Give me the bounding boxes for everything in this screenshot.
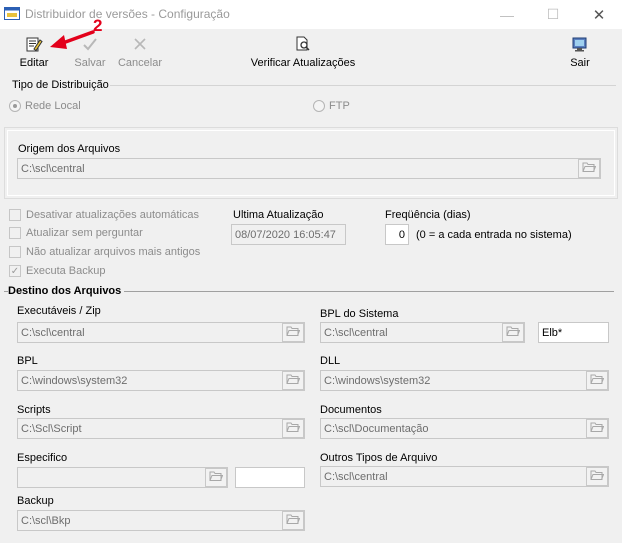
other-types-label: Outros Tipos de Arquivo: [320, 452, 438, 464]
specific-browse-button[interactable]: [205, 468, 227, 487]
radio-ftp[interactable]: FTP: [313, 100, 350, 112]
checkmark-icon: ✓: [9, 265, 21, 277]
checkbox-box: [9, 227, 21, 239]
edit-label: Editar: [19, 57, 49, 69]
minimize-button[interactable]: —: [484, 0, 530, 29]
exit-button[interactable]: Sair: [562, 32, 598, 74]
checkbox-update-without-asking[interactable]: Atualizar sem perguntar: [9, 227, 143, 239]
documents-browse-button[interactable]: [586, 419, 608, 438]
dll-input[interactable]: C:\windows\system32: [320, 370, 609, 391]
exit-label: Sair: [570, 57, 590, 69]
backup-label: Backup: [17, 495, 54, 507]
scripts-label: Scripts: [17, 404, 51, 416]
executables-browse-button[interactable]: [282, 323, 304, 342]
close-button[interactable]: ✕: [576, 0, 622, 29]
frequency-hint: (0 = a cada entrada no sistema): [416, 229, 572, 241]
scripts-input[interactable]: C:\Scl\Script: [17, 418, 305, 439]
folder-open-icon: [590, 421, 605, 436]
checkbox-box: [9, 209, 21, 221]
folder-open-icon: [286, 373, 301, 388]
backup-input[interactable]: C:\scl\Bkp: [17, 510, 305, 531]
annotation-arrow: [48, 18, 128, 58]
folder-open-icon: [286, 325, 301, 340]
check-updates-button[interactable]: Verificar Atualizações: [248, 32, 358, 74]
radio-dot-selected: [9, 100, 21, 112]
annotation-step-number: 2: [93, 16, 103, 35]
folder-open-icon: [590, 469, 605, 484]
other-types-browse-button[interactable]: [586, 467, 608, 486]
last-update-value: 08/07/2020 16:05:47: [231, 224, 346, 245]
maximize-button[interactable]: ☐: [530, 0, 576, 29]
system-bpl-label: BPL do Sistema: [320, 308, 399, 320]
checkbox-box: [9, 246, 21, 258]
folder-open-icon: [590, 373, 605, 388]
folder-open-icon: [209, 470, 224, 485]
folder-open-icon: [286, 421, 301, 436]
radio-ftp-label: FTP: [329, 100, 350, 112]
folder-open-icon: [506, 325, 521, 340]
origin-input[interactable]: C:\scl\central: [17, 158, 601, 179]
executables-label: Executáveis / Zip: [17, 305, 101, 317]
radio-dot: [313, 100, 325, 112]
documents-label: Documentos: [320, 404, 382, 416]
specific-input[interactable]: [17, 467, 228, 488]
checkbox-no-older-files[interactable]: Não atualizar arquivos mais antigos: [9, 246, 200, 258]
dll-label: DLL: [320, 355, 341, 367]
cancel-x-icon: [130, 34, 150, 54]
exit-door-icon: [570, 34, 590, 54]
bpl-input[interactable]: C:\windows\system32: [17, 370, 305, 391]
dll-browse-button[interactable]: [586, 371, 608, 390]
last-update-label: Ultima Atualização: [233, 209, 324, 221]
edit-icon: [24, 34, 44, 54]
system-bpl-mask-input[interactable]: Elb*: [538, 322, 609, 343]
checkbox-disable-auto-updates[interactable]: Desativar atualizações automáticas: [9, 209, 199, 221]
checkbox-backup-label: Executa Backup: [26, 265, 106, 277]
origin-label: Origem dos Arquivos: [18, 143, 121, 155]
distribution-group-line: [110, 85, 616, 86]
destination-title: Destino dos Arquivos: [8, 285, 125, 297]
folder-open-icon: [286, 513, 301, 528]
frequency-input[interactable]: 0: [385, 224, 409, 245]
documents-input[interactable]: C:\scl\Documentação: [320, 418, 609, 439]
radio-rede-local[interactable]: Rede Local: [9, 100, 81, 112]
checkbox-execute-backup[interactable]: ✓ Executa Backup: [9, 265, 106, 277]
backup-browse-button[interactable]: [282, 511, 304, 530]
checkbox-no-older-label: Não atualizar arquivos mais antigos: [26, 246, 201, 258]
app-icon: [4, 6, 20, 22]
document-search-icon: [293, 34, 313, 54]
radio-rede-local-label: Rede Local: [25, 100, 81, 112]
origin-browse-button[interactable]: [578, 159, 600, 178]
frequency-label: Freqüência (dias): [385, 209, 471, 221]
cancel-label: Cancelar: [117, 57, 163, 69]
checkbox-no-ask-label: Atualizar sem perguntar: [26, 227, 143, 239]
checkbox-disable-auto-label: Desativar atualizações automáticas: [26, 209, 200, 221]
other-types-input[interactable]: C:\scl\central: [320, 466, 609, 487]
system-bpl-input[interactable]: C:\scl\central: [320, 322, 525, 343]
system-bpl-browse-button[interactable]: [502, 323, 524, 342]
specific-label: Especifico: [17, 452, 68, 464]
executables-input[interactable]: C:\scl\central: [17, 322, 305, 343]
specific-mask-input[interactable]: [235, 467, 305, 488]
distribution-type-label: Tipo de Distribuição: [12, 79, 109, 91]
bpl-browse-button[interactable]: [282, 371, 304, 390]
folder-open-icon: [582, 161, 597, 176]
save-label: Salvar: [74, 57, 106, 69]
bpl-label: BPL: [17, 355, 38, 367]
check-updates-label: Verificar Atualizações: [250, 57, 356, 69]
scripts-browse-button[interactable]: [282, 419, 304, 438]
